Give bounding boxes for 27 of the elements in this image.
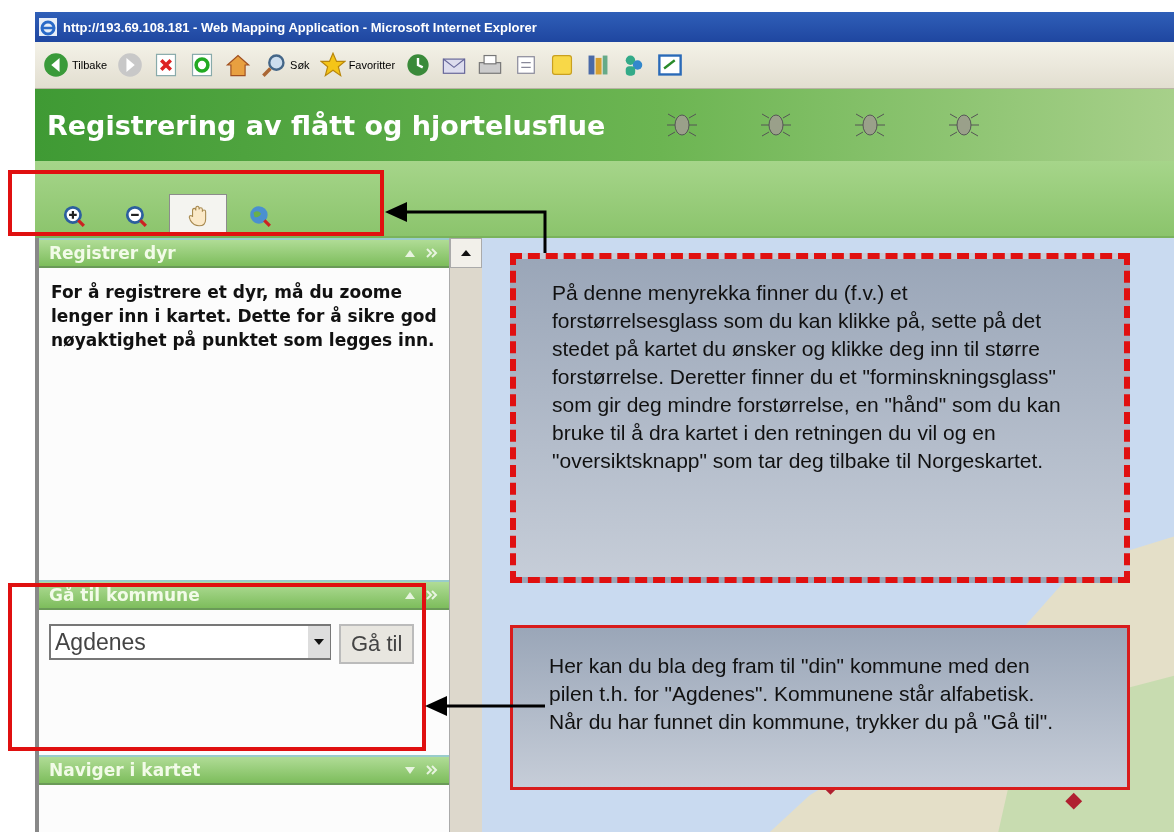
- callout-text: På denne menyrekka finner du (f.v.) et forstørrelsesglass som du kan klikke på, sette på det stedet på kartet du ønsker og klikke deg inn til større forstørrelse. Deretter finner du et "forminskningsglass" som gir deg mindre forstørrelse, en "hånd" som du kan bruke til å dra kartet i den retningen du vil og en "oversiktsknapp" som tar deg tilbake til Norgeskartet.: [552, 281, 1061, 472]
- app-title: Registrering av flått og hjortelusflue: [47, 109, 606, 141]
- search-icon: [261, 52, 288, 78]
- double-chevron-icon[interactable]: [425, 589, 439, 601]
- scroll-up-icon[interactable]: [460, 249, 472, 257]
- search-button[interactable]: Søk: [259, 50, 312, 80]
- window-title: http://193.69.108.181 - Web Mapping Application - Microsoft Internet Explorer: [63, 19, 537, 35]
- panel-text: For å registrere et dyr, må du zoome lenger inn i kartet. Dette for å sikre god nøyaktighet på punktet som legges inn.: [51, 281, 437, 352]
- zoom-in-icon: [62, 203, 86, 228]
- panel-title: Naviger i kartet: [49, 760, 201, 780]
- history-icon: [405, 52, 432, 78]
- scrollbar[interactable]: [449, 238, 482, 832]
- globe-icon: [248, 203, 272, 228]
- favorites-icon: [319, 52, 346, 78]
- zoom-out-icon: [124, 203, 148, 228]
- forward-icon: [117, 52, 144, 78]
- panel-title: Registrer dyr: [49, 243, 176, 263]
- browser-icon: [39, 18, 57, 36]
- back-button[interactable]: Tilbake: [41, 50, 110, 80]
- favorites-button[interactable]: Favoritter: [317, 50, 398, 80]
- back-icon: [43, 52, 69, 78]
- go-to-button[interactable]: Gå til: [339, 624, 415, 664]
- municipality-dropdown[interactable]: Agdenes: [49, 624, 331, 660]
- home-icon: [225, 52, 252, 78]
- panel-title: Gå til kommune: [49, 585, 200, 605]
- callout-text: Her kan du bla deg fram til "din" kommune med den pilen t.h. for "Agdenes". Kommunene står alfabetisk. Når du har funnet din kommune, trykker du på "Gå til".: [549, 654, 1053, 733]
- window-icon: [657, 52, 684, 78]
